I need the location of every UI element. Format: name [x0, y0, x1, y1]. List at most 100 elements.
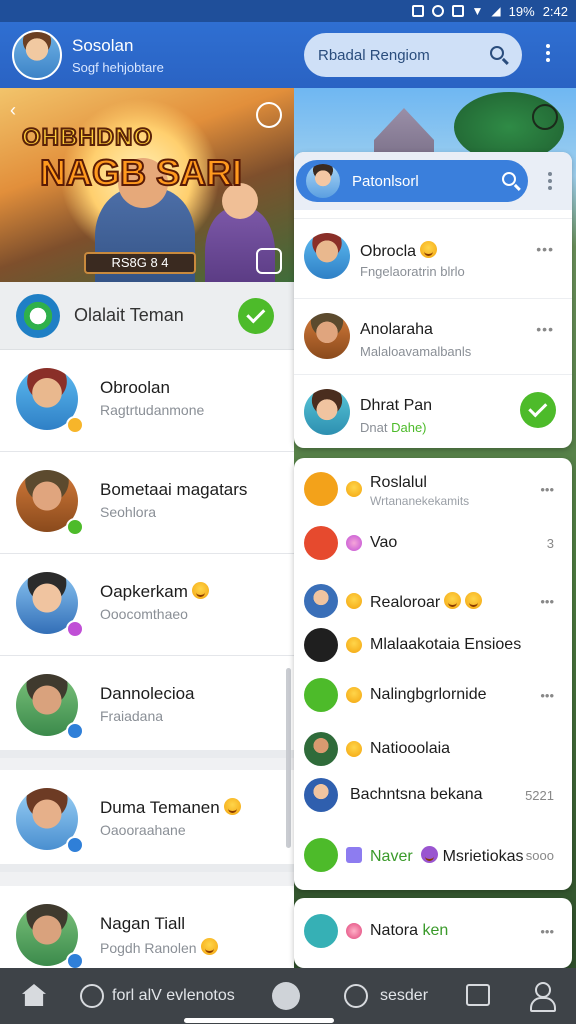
- purple-emoji-icon: [421, 846, 439, 863]
- contact-name: Obroolan: [100, 378, 170, 397]
- game-logo-bottom: NAGB SARI: [39, 151, 243, 194]
- group-row[interactable]: Mlalaakotaia Ensioes: [294, 620, 572, 672]
- contact-row[interactable]: Dhrat Pan Dnat Dahe): [294, 374, 572, 444]
- game-logo-top: OHBHDNO: [21, 123, 153, 152]
- group-name: Vao: [370, 534, 398, 551]
- status-badge: [66, 836, 84, 854]
- pinned-panel: Natora ken •••: [294, 898, 572, 968]
- share-icon[interactable]: [532, 104, 558, 130]
- compass-icon[interactable]: [344, 984, 368, 1008]
- check-icon[interactable]: [520, 392, 556, 428]
- contact-message: Dnat Dahe): [360, 420, 427, 435]
- edit-icon: [304, 914, 338, 948]
- header-search-label: Rbadal Rengiom: [318, 46, 430, 64]
- more-options-icon[interactable]: [546, 51, 550, 55]
- check-icon[interactable]: [238, 298, 274, 334]
- group-row[interactable]: Roslalul Wrtananekekamits •••: [294, 464, 572, 516]
- group-count: sooo: [525, 848, 554, 863]
- game-banner[interactable]: OHBHDNO NAGB SARI RS8G 8 4 ‹: [0, 88, 294, 282]
- avatar-icon: [304, 732, 338, 766]
- mail-icon: [451, 5, 464, 17]
- chat-item[interactable]: Bometaai magatars Seohlora: [0, 452, 294, 554]
- chat-item[interactable]: Obroolan Ragtrtudanmone: [0, 350, 294, 452]
- nav-chats-label[interactable]: forl alV evlenotos: [112, 987, 235, 1005]
- video-icon: [346, 847, 362, 863]
- last-message: Fraiadana: [100, 708, 164, 724]
- contact-avatar: [304, 389, 350, 435]
- contact-name: Anolaraha: [360, 321, 433, 338]
- crown-icon: [304, 472, 338, 506]
- row-options-icon[interactable]: •••: [540, 594, 554, 609]
- online-friends-bar[interactable]: Olalait Teman: [0, 282, 294, 350]
- user-status: Sogf hehjobtare: [72, 59, 164, 75]
- chat-bubble-icon: [304, 838, 338, 872]
- contacts-search-bar[interactable]: Patonlsorl: [296, 160, 528, 202]
- chat-item[interactable]: Duma Temanen Oaooraahane: [0, 770, 294, 872]
- row-options-icon[interactable]: •••: [536, 321, 554, 337]
- group-name: Bachntsna bekana: [350, 786, 483, 803]
- app-screen: ▼ ◢ 19% 2:42 Sosolan Sogf hehjobtare Rba…: [0, 0, 576, 1024]
- user-info: Sosolan Sogf hehjobtare: [62, 36, 164, 75]
- group-row[interactable]: Bachntsna bekana 5221: [294, 770, 572, 822]
- row-options-icon[interactable]: •••: [540, 924, 554, 939]
- smile-emoji-icon: [346, 481, 362, 497]
- smile-emoji-icon: [223, 798, 241, 815]
- chat-list: Olalait Teman Obroolan Ragtrtudanmone Bo…: [0, 282, 294, 976]
- contacts-search-label: Patonlsorl: [352, 172, 419, 190]
- smile-emoji-icon: [200, 938, 218, 955]
- chat-item[interactable]: Dannolecioa Fraiadana: [0, 656, 294, 758]
- flower-icon: [346, 923, 362, 939]
- chat-item[interactable]: Nagan Tiall Pogdh Ranolen: [0, 886, 294, 976]
- back-arrow-icon[interactable]: ‹: [10, 100, 16, 121]
- smile-emoji-icon: [444, 592, 462, 609]
- group-name: Mlalaakotaia Ensioes: [370, 636, 522, 653]
- more-options-icon[interactable]: [548, 179, 552, 183]
- group-row[interactable]: Natora ken •••: [294, 906, 572, 958]
- search-icon[interactable]: [502, 172, 516, 186]
- center-action-icon[interactable]: [272, 982, 300, 1010]
- search-icon[interactable]: [490, 46, 504, 60]
- contact-row[interactable]: Obrocla Fngelaoratrin blrlo •••: [294, 218, 572, 288]
- contact-avatar: [304, 313, 350, 359]
- notification-icon: [411, 5, 424, 17]
- chat-icon[interactable]: [80, 984, 104, 1008]
- home-indicator[interactable]: [184, 1018, 334, 1023]
- contact-name: Nagan Tiall: [100, 914, 186, 933]
- group-row[interactable]: Vao 3: [294, 518, 572, 570]
- avatar-icon: [304, 778, 338, 812]
- flower-icon: [346, 535, 362, 551]
- signal-icon: ◢: [491, 4, 501, 18]
- clock: 2:42: [542, 3, 568, 19]
- user-avatar[interactable]: [12, 30, 62, 80]
- row-options-icon[interactable]: •••: [540, 688, 554, 703]
- header-search-bar[interactable]: Rbadal Rengiom: [304, 33, 522, 77]
- home-icon[interactable]: [22, 984, 46, 1006]
- contacts-panel: Patonlsorl Obrocla Fngelaoratrin blrlo •…: [294, 152, 572, 448]
- contact-row[interactable]: Anolaraha Malaloavamalbanls •••: [294, 298, 572, 368]
- row-options-icon[interactable]: •••: [540, 482, 554, 497]
- profile-icon[interactable]: [530, 982, 556, 1012]
- smile-emoji-icon: [346, 593, 362, 609]
- app-logo-icon: [16, 293, 60, 338]
- chat-list-scrollbar[interactable]: [286, 668, 291, 848]
- group-row[interactable]: Nalingbgrlornide •••: [294, 670, 572, 722]
- group-name: Nalingbgrlornide: [370, 686, 487, 703]
- smile-emoji-icon: [191, 582, 209, 599]
- gallery-icon[interactable]: [466, 984, 490, 1006]
- row-options-icon[interactable]: •••: [536, 241, 554, 257]
- chat-item[interactable]: Oapkerkam Ooocomthaeo: [0, 554, 294, 656]
- group-name: Natiooolaia: [370, 740, 451, 757]
- group-row[interactable]: Naver Msrietiokas sooo: [294, 830, 572, 882]
- nav-search-label[interactable]: sesder: [380, 987, 428, 1005]
- group-name: Realoroar: [370, 592, 483, 612]
- contact-name: Oapkerkam: [100, 582, 209, 602]
- contact-name: Duma Temanen: [100, 798, 241, 818]
- expand-icon[interactable]: [256, 248, 282, 274]
- timer-icon[interactable]: [256, 102, 282, 128]
- status-bar: ▼ ◢ 19% 2:42: [0, 0, 576, 22]
- group-row[interactable]: Natiooolaia: [294, 724, 572, 776]
- contact-name: Dhrat Pan: [360, 397, 433, 414]
- status-badge: [66, 620, 84, 638]
- online-friends-label: Olalait Teman: [74, 305, 184, 325]
- smile-emoji-icon: [346, 637, 362, 653]
